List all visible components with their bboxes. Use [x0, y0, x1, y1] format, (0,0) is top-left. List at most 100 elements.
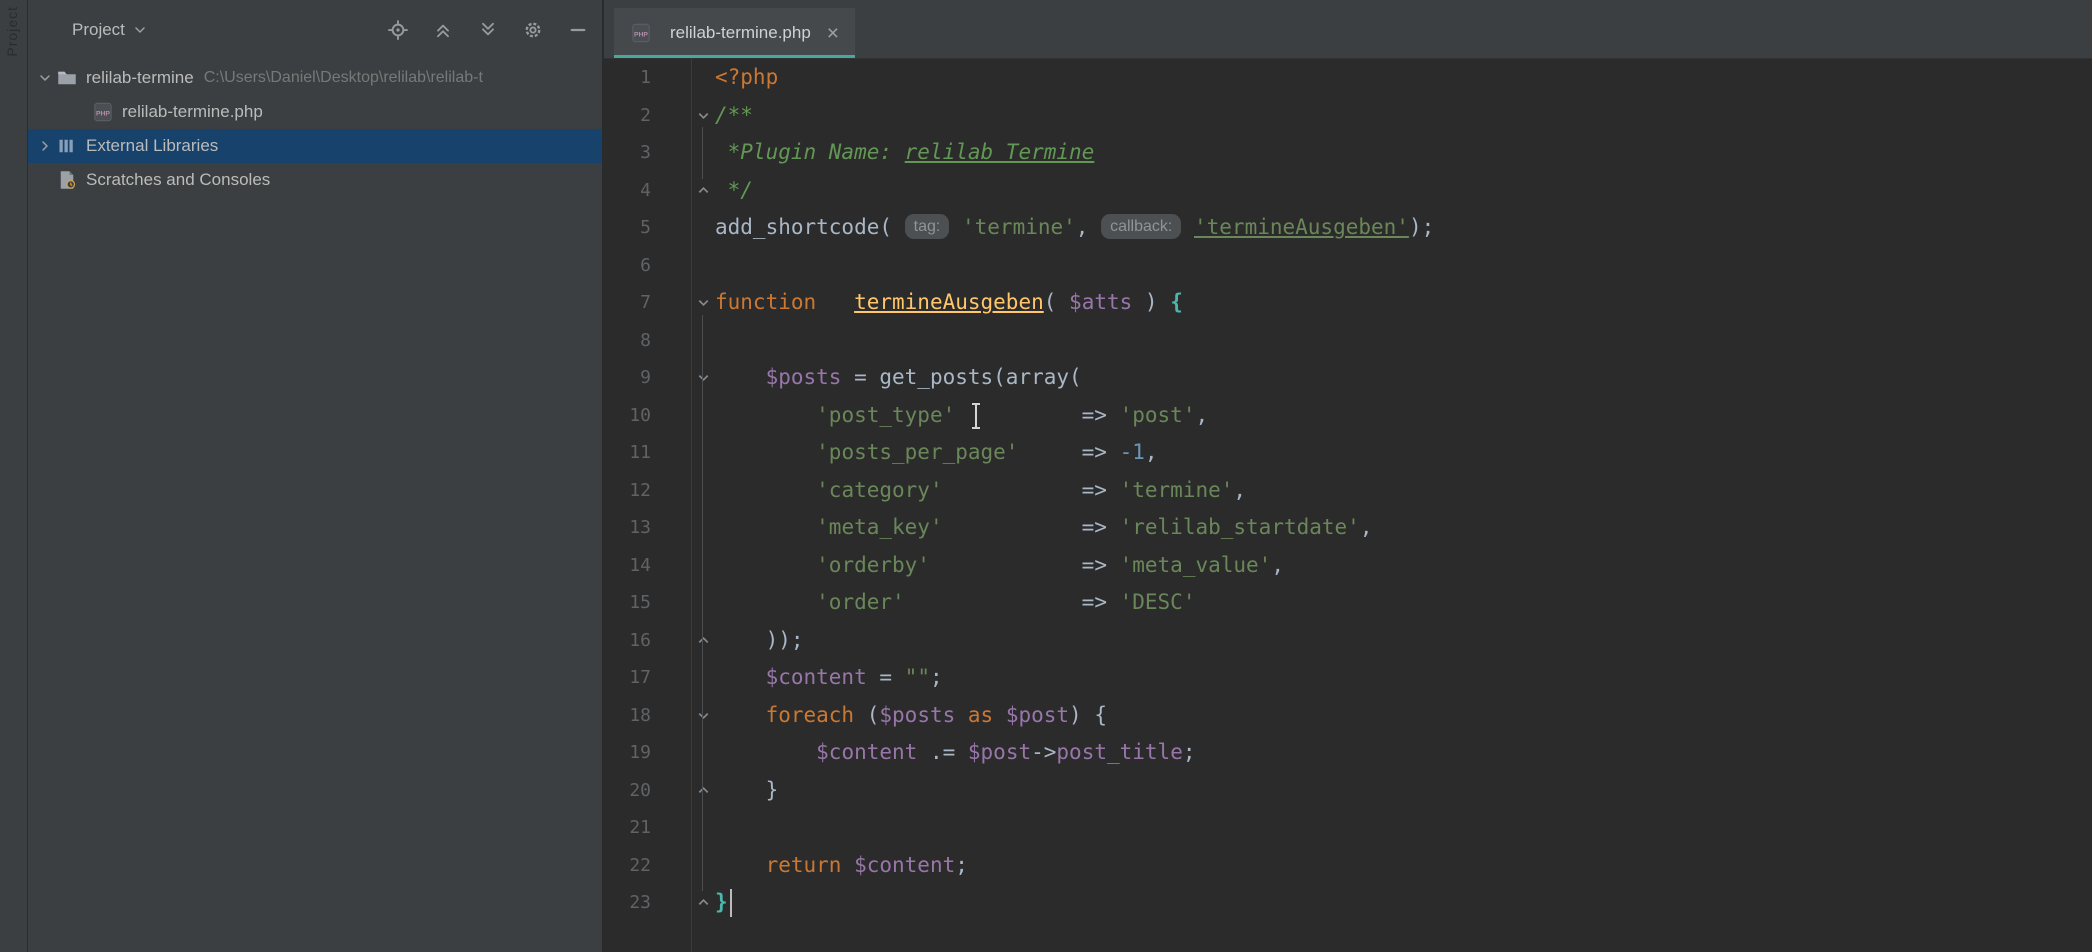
tree-item-file[interactable]: PHPrelilab-termine.php — [28, 95, 602, 129]
code-line[interactable]: 15 'order' => 'DESC' — [604, 584, 2092, 622]
fold-end-icon[interactable] — [691, 622, 715, 660]
fold-start-icon[interactable] — [691, 359, 715, 397]
code-line[interactable]: 23} — [604, 884, 2092, 922]
expand-all-icon[interactable] — [478, 20, 498, 40]
line-number[interactable]: 7 — [604, 284, 691, 322]
settings-icon[interactable] — [523, 20, 543, 40]
line-number[interactable]: 15 — [604, 584, 691, 622]
line-number[interactable]: 1 — [604, 59, 691, 97]
code-line[interactable]: 4 */ — [604, 172, 2092, 210]
code-line[interactable]: 6 — [604, 247, 2092, 285]
hide-icon[interactable] — [568, 20, 588, 40]
code-line[interactable]: 16 )); — [604, 622, 2092, 660]
line-number[interactable]: 23 — [604, 884, 691, 922]
chevron-right-icon[interactable] — [34, 138, 56, 154]
line-number[interactable]: 14 — [604, 547, 691, 585]
line-number[interactable]: 21 — [604, 809, 691, 847]
project-panel-title[interactable]: Project — [72, 20, 125, 40]
code-text[interactable]: 'meta_key' => 'relilab_startdate', — [715, 509, 1372, 547]
editor-tab-relilab-termine[interactable]: PHP relilab-termine.php × — [614, 8, 855, 58]
tree-item-label: relilab-termine — [86, 68, 194, 88]
tree-item-root[interactable]: relilab-termineC:\Users\Daniel\Desktop\r… — [28, 61, 602, 95]
code-text[interactable]: )); — [715, 622, 804, 660]
code-line[interactable]: 12 'category' => 'termine', — [604, 472, 2092, 510]
line-number[interactable]: 2 — [604, 97, 691, 135]
code-text[interactable]: /** — [715, 97, 753, 135]
code-text[interactable]: 'category' => 'termine', — [715, 472, 1246, 510]
code-editor[interactable]: 1<?php2/**3 *Plugin Name: relilab Termin… — [604, 59, 2092, 952]
code-line[interactable]: 19 $content .= $post->post_title; — [604, 734, 2092, 772]
code-text[interactable]: <?php — [715, 59, 778, 97]
code-text[interactable]: } — [715, 772, 778, 810]
code-line[interactable]: 20 } — [604, 772, 2092, 810]
line-number[interactable]: 3 — [604, 134, 691, 172]
line-number[interactable]: 5 — [604, 209, 691, 247]
line-number[interactable]: 9 — [604, 359, 691, 397]
line-number[interactable]: 12 — [604, 472, 691, 510]
code-text[interactable]: foreach ($posts as $post) { — [715, 697, 1107, 735]
line-number[interactable]: 11 — [604, 434, 691, 472]
fold-start-icon[interactable] — [691, 97, 715, 135]
code-line[interactable]: 1 <?php — [604, 59, 2092, 97]
line-number[interactable]: 20 — [604, 772, 691, 810]
code-line[interactable]: 3 *Plugin Name: relilab Termine — [604, 134, 2092, 172]
code-line[interactable]: 10 'post_type' => 'post', — [604, 397, 2092, 435]
fold-end-icon[interactable] — [691, 884, 715, 922]
code-text[interactable]: *Plugin Name: relilab Termine — [715, 134, 1094, 172]
php-icon: PHP — [92, 102, 114, 122]
tree-item-external-libraries[interactable]: External Libraries — [28, 129, 602, 163]
fold-spacer — [691, 809, 715, 847]
code-line[interactable]: 9 $posts = get_posts(array( — [604, 359, 2092, 397]
line-number[interactable]: 16 — [604, 622, 691, 660]
line-number[interactable]: 17 — [604, 659, 691, 697]
code-line[interactable]: 18 foreach ($posts as $post) { — [604, 697, 2092, 735]
code-text[interactable]: add_shortcode( tag: 'termine', callback:… — [715, 209, 1434, 247]
tree-item-scratches[interactable]: Scratches and Consoles — [28, 163, 602, 197]
code-line[interactable]: 13 'meta_key' => 'relilab_startdate', — [604, 509, 2092, 547]
line-number[interactable]: 13 — [604, 509, 691, 547]
code-line[interactable]: 2 /** — [604, 97, 2092, 135]
code-text[interactable]: */ — [715, 172, 753, 210]
fold-spacer — [691, 434, 715, 472]
fold-start-icon[interactable] — [691, 697, 715, 735]
code-line[interactable]: 5 add_shortcode( tag: 'termine', callback… — [604, 209, 2092, 247]
code-text[interactable]: function termineAusgeben( $atts ) { — [715, 284, 1183, 322]
tab-close-icon[interactable]: × — [827, 23, 839, 44]
code-text[interactable]: 'post_type' => 'post', — [715, 397, 1208, 435]
code-line[interactable]: 7 function termineAusgeben( $atts ) { — [604, 284, 2092, 322]
code-line[interactable]: 22 return $content; — [604, 847, 2092, 885]
code-line[interactable]: 11 'posts_per_page' => -1, — [604, 434, 2092, 472]
collapse-all-icon[interactable] — [433, 20, 453, 40]
code-text[interactable]: $content .= $post->post_title; — [715, 734, 1196, 772]
code-text[interactable]: return $content; — [715, 847, 968, 885]
code-line[interactable]: 21 — [604, 809, 2092, 847]
fold-spacer — [691, 509, 715, 547]
code-text[interactable]: 'posts_per_page' => -1, — [715, 434, 1158, 472]
chevron-down-icon[interactable] — [34, 70, 56, 86]
line-number[interactable]: 22 — [604, 847, 691, 885]
fold-end-icon[interactable] — [691, 772, 715, 810]
project-toolbar — [388, 20, 588, 40]
code-text[interactable]: $posts = get_posts(array( — [715, 359, 1082, 397]
fold-spacer — [691, 134, 715, 172]
code-text[interactable]: $content = ""; — [715, 659, 943, 697]
code-text[interactable]: 'orderby' => 'meta_value', — [715, 547, 1284, 585]
chevron-down-icon[interactable] — [132, 22, 148, 38]
code-line[interactable]: 8 — [604, 322, 2092, 360]
project-stripe-button[interactable]: Project — [4, 6, 20, 57]
line-number[interactable]: 10 — [604, 397, 691, 435]
line-number[interactable]: 19 — [604, 734, 691, 772]
locate-icon[interactable] — [388, 20, 408, 40]
code-line[interactable]: 14 'orderby' => 'meta_value', — [604, 547, 2092, 585]
scratches-icon — [56, 170, 78, 190]
line-number[interactable]: 4 — [604, 172, 691, 210]
fold-end-icon[interactable] — [691, 172, 715, 210]
php-file-icon: PHP — [630, 23, 652, 43]
code-text[interactable]: 'order' => 'DESC' — [715, 584, 1195, 622]
line-number[interactable]: 8 — [604, 322, 691, 360]
code-text[interactable]: } — [715, 884, 728, 922]
fold-start-icon[interactable] — [691, 284, 715, 322]
line-number[interactable]: 6 — [604, 247, 691, 285]
code-line[interactable]: 17 $content = ""; — [604, 659, 2092, 697]
line-number[interactable]: 18 — [604, 697, 691, 735]
